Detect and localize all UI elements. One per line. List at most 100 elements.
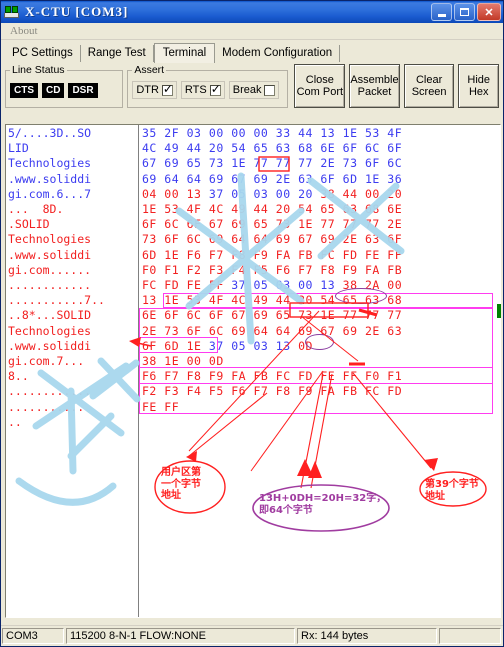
hex-byte: 4F (208, 293, 224, 308)
hex-byte: 1E (320, 308, 336, 323)
scroll-position-marker[interactable] (497, 304, 501, 318)
ascii-line: .SOLID (8, 217, 50, 232)
hex-pane[interactable]: 35 2F 03 00 00 00 33 44 13 1E 53 4F 4C 49… (139, 125, 500, 617)
menu-bar: About (1, 23, 503, 40)
clear-screen-button[interactable]: Clear Screen (403, 64, 455, 108)
hex-byte: FD (164, 278, 180, 293)
hex-byte: 03 (186, 126, 202, 140)
hex-byte: 77 (364, 308, 380, 323)
hex-byte: 77 (298, 156, 313, 171)
hex-byte: F9 (253, 247, 269, 262)
tab-range-test[interactable]: Range Test (80, 45, 154, 62)
hex-byte: 73 (342, 156, 358, 171)
hex-line: FC FD FE FF 37 05 03 00 13 38 2A 00 (142, 278, 500, 293)
tab-modem-configuration[interactable]: Modem Configuration (215, 45, 341, 62)
hex-byte: F5 (208, 384, 224, 399)
hex-byte: 69 (208, 171, 224, 186)
hex-byte: 20 (298, 293, 313, 308)
break-checkbox[interactable] (264, 84, 276, 96)
hex-byte: 68 (387, 293, 403, 308)
hex-byte: 69 (275, 232, 291, 247)
hex-line: 4C 49 44 20 54 65 63 68 6E 6F 6C 6F (142, 141, 500, 156)
dtr-checkbox-wrap[interactable]: DTR (132, 81, 177, 99)
hex-byte: 13 (320, 278, 336, 293)
hex-byte: 13 (275, 338, 291, 353)
break-checkbox-wrap[interactable]: Break (228, 81, 280, 99)
hex-byte: 69 (142, 171, 157, 186)
hex-byte: 63 (298, 171, 313, 186)
tab-terminal[interactable]: Terminal (153, 43, 216, 63)
hex-byte: 6F (186, 323, 202, 338)
ascii-line: ...........7.. (8, 293, 105, 308)
hex-byte: 63 (364, 232, 380, 247)
hex-byte: 65 (320, 202, 336, 217)
hex-byte: 38 (342, 278, 358, 293)
hex-byte: 63 (364, 293, 380, 308)
hex-byte: 6E (142, 308, 157, 323)
hide-hex-button[interactable]: Hide Hex (458, 64, 499, 108)
hide-hex-line1: Hide (467, 74, 491, 86)
hex-byte: 6F (142, 217, 157, 232)
assemble-packet-line2: Packet (357, 86, 392, 98)
hex-byte: FB (387, 262, 403, 277)
rts-checkbox-wrap[interactable]: RTS (180, 81, 225, 99)
hex-byte: 67 (208, 217, 224, 232)
ascii-line: 8.. (8, 369, 29, 384)
hex-byte: 6F (164, 308, 180, 323)
maximize-button[interactable] (454, 3, 475, 21)
close-com-port-button[interactable]: Close Com Port (294, 64, 346, 108)
ascii-line: gi.com.7... (8, 354, 85, 369)
hex-byte: 6D (342, 171, 358, 186)
hex-byte: 00 (231, 126, 247, 140)
ascii-line: Technologies (8, 232, 92, 247)
hex-byte: FE (320, 369, 336, 384)
ascii-line: Technologies (8, 323, 92, 338)
hex-byte: F9 (208, 369, 224, 384)
hex-byte: 67 (298, 232, 313, 247)
status-com-port: COM3 (2, 628, 64, 644)
hex-byte: 20 (275, 202, 291, 217)
hex-byte: 65 (253, 217, 269, 232)
minimize-button[interactable] (431, 3, 452, 21)
tab-pc-settings[interactable]: PC Settings (5, 45, 81, 62)
terminal-output-area[interactable]: 5/....3D..SO LID Technologies .www.soliddi g… (5, 124, 501, 618)
hex-byte: 64 (164, 171, 180, 186)
hex-byte: 73 (298, 308, 313, 323)
hex-byte: 69 (320, 232, 336, 247)
hex-byte: 77 (275, 156, 291, 171)
hex-byte: F2 (186, 262, 202, 277)
hex-byte: 1E (164, 247, 180, 262)
hex-byte: F9 (298, 384, 313, 399)
line-status-group: Line Status CTS CD DSR (5, 64, 124, 108)
ascii-line: .www.soliddi (8, 338, 92, 353)
close-icon[interactable]: ✕ (477, 3, 501, 21)
led-cts: CTS (10, 82, 38, 98)
hex-byte: FC (364, 384, 380, 399)
ascii-line: ........... (8, 399, 85, 414)
hex-line: F6 F7 F8 F9 FA FB FC FD FE FF F0 F1 (142, 369, 500, 384)
status-bar: COM3 115200 8-N-1 FLOW:NONE Rx: 144 byte… (1, 625, 503, 646)
led-dsr: DSR (68, 82, 98, 98)
hex-byte: 2A (364, 278, 380, 293)
ascii-pane[interactable]: 5/....3D..SO LID Technologies .www.soliddi g… (6, 125, 139, 617)
hex-byte: 1E (342, 126, 358, 140)
hex-byte: FE (364, 247, 380, 262)
hex-byte: 6E (387, 202, 403, 217)
assert-group: Assert DTR RTS Break (127, 64, 289, 108)
ascii-line: .www.soliddi (8, 171, 92, 186)
assemble-packet-button[interactable]: Assemble Packet (349, 64, 400, 108)
hex-byte: 65 (253, 141, 269, 156)
close-com-port-line2: Com Port (296, 86, 344, 98)
hex-byte: 6C (387, 156, 403, 171)
status-port-settings: 115200 8-N-1 FLOW:NONE (66, 628, 295, 644)
menu-item-about[interactable]: About (6, 25, 42, 37)
hex-byte: 20 (298, 186, 313, 201)
dtr-checkbox[interactable] (161, 83, 173, 96)
hex-byte: 53 (186, 293, 202, 308)
hex-line: 2E 73 6F 6C 69 64 64 69 67 69 2E 63 (142, 324, 500, 339)
rts-checkbox[interactable] (209, 83, 221, 96)
hex-byte: 6F (387, 141, 403, 156)
clear-screen-line1: Clear (415, 74, 443, 86)
hex-byte: 65 (275, 308, 291, 323)
hex-byte: FA (320, 384, 336, 399)
